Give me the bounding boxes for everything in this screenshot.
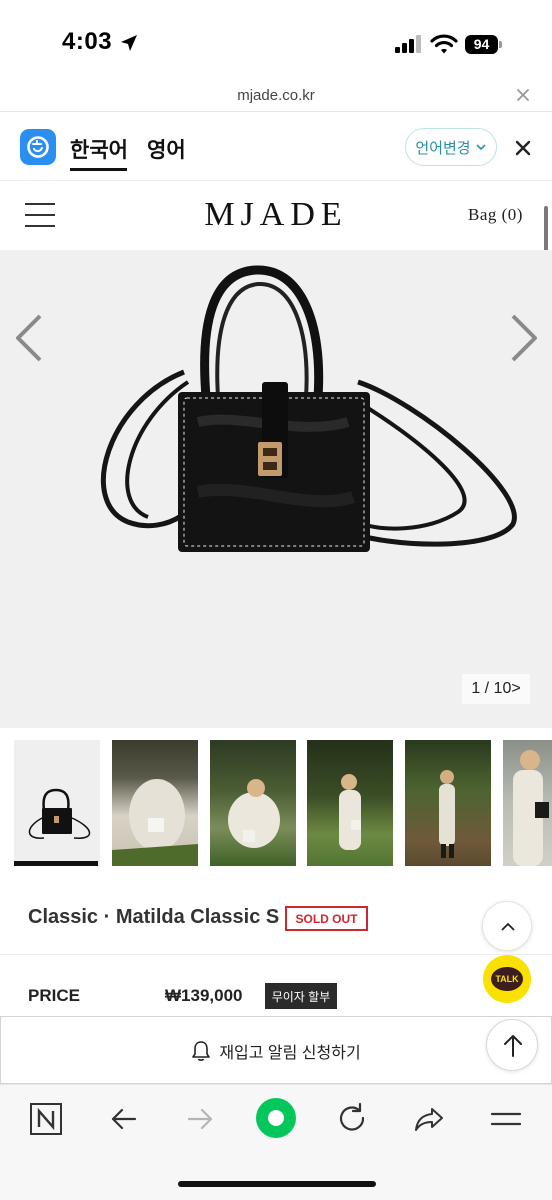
chevron-left-icon[interactable] <box>10 312 50 364</box>
restock-alert-label: 재입고 알림 신청하기 <box>219 1045 361 1062</box>
thumbnail-6[interactable] <box>503 740 552 866</box>
url-text[interactable]: mjade.co.kr <box>0 87 552 104</box>
restock-alert-content[interactable]: 재입고 알림 신청하기 <box>0 1039 552 1063</box>
thumbnail-4[interactable] <box>307 740 393 866</box>
naver-n-icon[interactable] <box>26 1099 66 1139</box>
home-indicator[interactable] <box>178 1181 376 1187</box>
battery-level: 94 <box>465 35 498 54</box>
change-language-button[interactable]: 언어변경 <box>405 128 497 166</box>
scroll-top-button[interactable] <box>486 1019 538 1071</box>
close-icon[interactable] <box>515 87 531 103</box>
thumbnail-3[interactable] <box>210 740 296 866</box>
back-icon[interactable] <box>104 1099 144 1139</box>
bag-link[interactable]: Bag (0) <box>468 205 523 225</box>
installment-badge: 무이자 할부 <box>265 983 337 1009</box>
tab-english[interactable]: 영어 <box>147 134 186 164</box>
price-value: ₩139,000 <box>165 986 243 1005</box>
translate-logo-icon <box>20 129 56 165</box>
thumbnail-active-indicator <box>14 861 98 866</box>
green-dot-icon[interactable] <box>255 1097 297 1139</box>
kakao-talk-button[interactable]: TALK <box>483 955 531 1003</box>
gallery-counter: 1 / 10> <box>462 674 530 704</box>
thumbnail-5[interactable] <box>405 740 491 866</box>
location-arrow-icon <box>121 35 137 51</box>
change-language-label: 언어변경 <box>415 139 471 157</box>
forward-icon[interactable] <box>180 1099 220 1139</box>
battery-indicator: 94 <box>465 35 503 54</box>
tab-active-indicator <box>70 168 127 171</box>
menu-icon[interactable] <box>486 1099 526 1139</box>
wifi-icon <box>430 34 458 54</box>
arrow-up-icon <box>504 1035 522 1057</box>
share-icon[interactable] <box>409 1099 449 1139</box>
status-badge: SOLD OUT <box>285 906 368 931</box>
bell-icon <box>192 1041 211 1061</box>
reload-icon[interactable] <box>332 1099 372 1139</box>
chevron-up-icon <box>501 922 515 931</box>
scrollbar[interactable] <box>544 206 548 254</box>
divider <box>0 954 552 955</box>
scroll-up-button[interactable] <box>482 901 532 951</box>
signal-icon <box>395 35 421 53</box>
chevron-down-icon <box>476 144 486 151</box>
close-icon[interactable] <box>514 139 532 157</box>
thumbnail-2[interactable] <box>112 740 198 866</box>
thumbnail-1[interactable] <box>14 740 100 866</box>
status-time: 4:03 <box>62 28 113 55</box>
page-root: 4:03 94 mjade.co.kr 한국어 영어 언어변경 MJADE Ba… <box>0 0 552 1200</box>
product-image <box>101 265 517 552</box>
price-label: PRICE <box>28 986 80 1005</box>
kakao-talk-label: TALK <box>491 967 523 991</box>
tab-korean[interactable]: 한국어 <box>70 134 128 164</box>
product-title: Classic · Matilda Classic S <box>28 906 280 928</box>
